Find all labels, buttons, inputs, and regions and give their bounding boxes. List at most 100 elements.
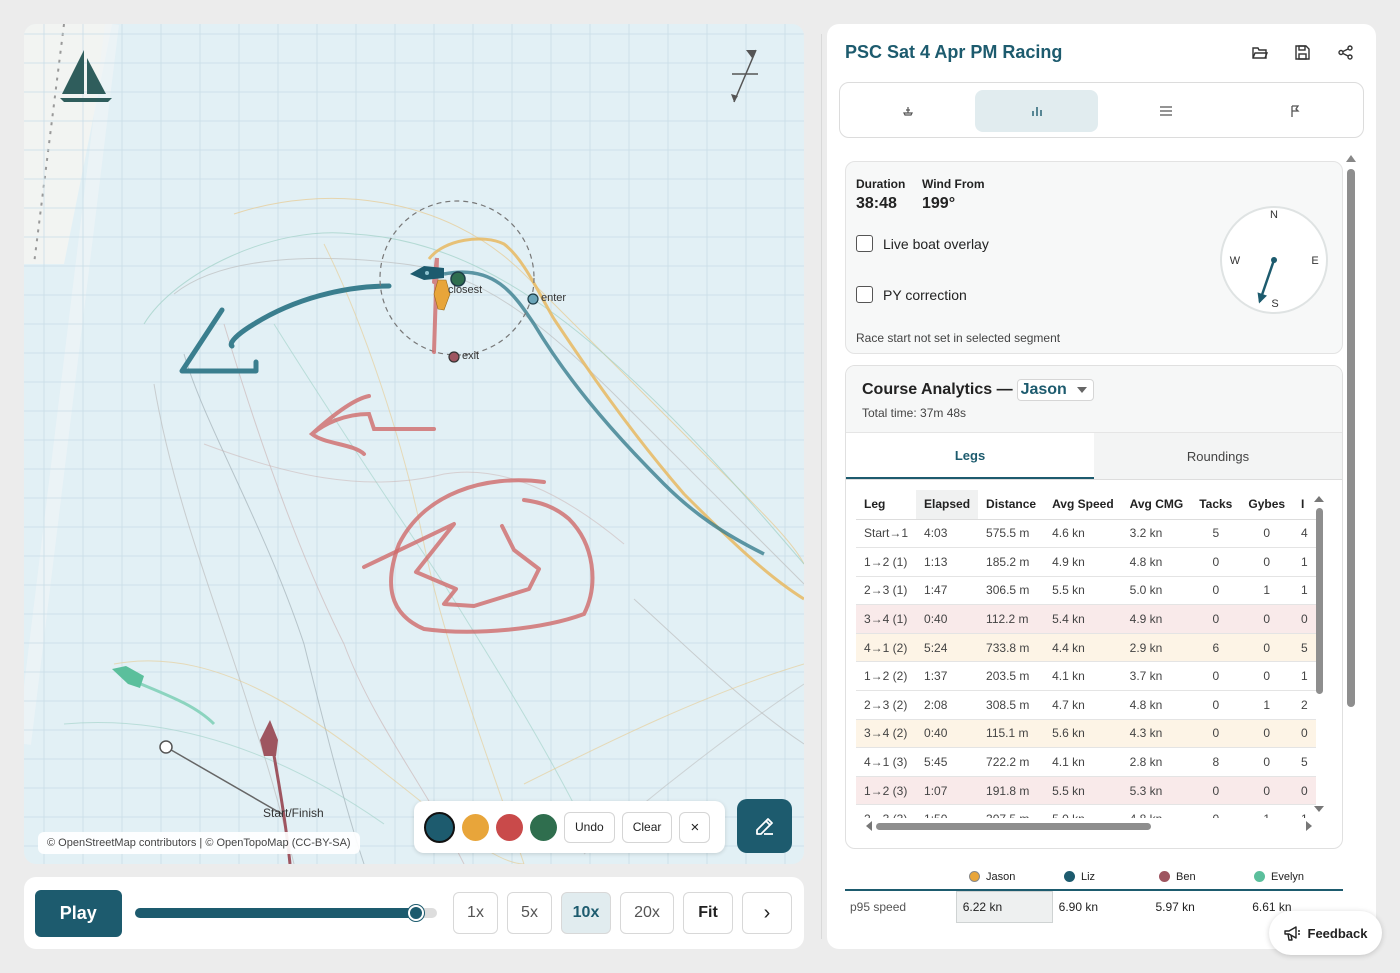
megaphone-icon [1283,925,1300,941]
enter-marker[interactable] [527,293,539,305]
color-swatch-teal[interactable] [424,811,455,843]
live-overlay-checkbox[interactable] [856,235,873,252]
legs-col-header[interactable]: Avg Speed [1044,490,1122,520]
panel-scrollbar[interactable] [1347,169,1355,707]
legs-vscroll[interactable] [1314,496,1324,816]
feedback-label: Feedback [1307,925,1368,941]
live-overlay-row[interactable]: Live boat overlay [856,235,989,252]
legs-table-cell: 1 [1293,804,1316,818]
legs-table-cell: 4→1 (3) [856,747,917,777]
draw-mode-button[interactable] [737,799,792,853]
legs-table-row[interactable]: 1→2 (2) 1:37 203.5 m 4.1 kn 3.7 kn 0 0 1 [856,661,1316,692]
tab-boats[interactable] [846,90,969,132]
legs-table-row[interactable]: 1→2 (3) 1:07 191.8 m 5.5 kn 5.3 kn 0 0 0 [856,776,1316,806]
tab-list[interactable] [1104,90,1227,132]
legs-table-row[interactable]: 2→3 (1) 1:47 306.5 m 5.5 kn 5.0 kn 0 1 1 [856,576,1316,606]
legs-table-row[interactable]: 2→3 (3)1:50307.5 m5.0 kn4.8 kn011 [856,804,1316,818]
legs-table-cell: 112.2 m [978,604,1045,634]
legs-col-header[interactable]: Avg CMG [1121,490,1192,520]
legs-col-header[interactable]: Tacks [1191,490,1241,520]
legs-hscroll[interactable] [866,821,1316,831]
folder-open-icon[interactable] [1251,44,1268,61]
panel-title: PSC Sat 4 Apr PM Racing [845,42,1063,62]
speed-10x-button[interactable]: 10x [561,892,611,934]
pen-icon [755,818,773,835]
speed-1x-button[interactable]: 1x [453,892,498,934]
legs-table-row[interactable]: 4→1 (3) 5:45 722.2 m 4.1 kn 2.8 kn 8 0 5 [856,747,1316,777]
analytics-tabs: Legs Roundings [846,432,1342,480]
color-swatch-red[interactable] [496,813,523,841]
tab-legs[interactable]: Legs [846,433,1094,479]
speed-20x-button[interactable]: 20x [620,892,674,934]
legs-table-cell: 2.9 kn [1121,633,1192,663]
scroll-up-arrow[interactable] [1346,155,1356,162]
legs-table-row[interactable]: Start→1 4:03 575.5 m 4.6 kn 3.2 kn 5 0 4 [856,519,1316,549]
legs-table-cell: 0 [1240,633,1294,663]
chevron-down-icon [1076,387,1087,393]
legs-scroll-left-arrow[interactable] [866,821,872,831]
panel-scroll-area[interactable]: Duration 38:48 Wind From 199° Live boat … [827,149,1376,949]
legs-table-cell: 2 [1293,690,1316,720]
legs-scroll-right-arrow[interactable] [1306,821,1312,831]
race-map[interactable]: closest enter exit Start/Finish © OpenSt… [24,24,804,864]
legs-table-cell: 1 [1240,690,1294,720]
share-icon[interactable] [1337,44,1354,61]
legs-table-cell: 5 [1293,747,1316,777]
timeline-thumb[interactable] [407,905,424,921]
exit-marker[interactable] [448,351,460,363]
evelyn-boat[interactable] [112,666,144,688]
next-button[interactable]: › [742,892,792,934]
legs-table-row[interactable]: 3→4 (1) 0:40 112.2 m 5.4 kn 4.9 kn 0 0 0 [856,604,1316,634]
legs-table-cell: 307.5 m [978,804,1045,818]
timeline-slider[interactable] [134,905,437,921]
bar-chart-icon [1031,107,1042,116]
legs-table-row[interactable]: 3→4 (2) 0:40 115.1 m 5.6 kn 4.3 kn 0 0 0 [856,719,1316,749]
legs-table-viewport[interactable]: Leg Elapsed Distance Avg Speed Avg CMG Tacks G… [856,490,1316,818]
map-canvas[interactable] [24,24,804,864]
fit-button[interactable]: Fit [683,892,733,934]
legs-col-header[interactable]: Elapsed [916,490,979,520]
clear-button[interactable]: Clear [621,811,673,843]
legs-vscroll-thumb[interactable] [1316,508,1323,694]
feedback-button[interactable]: Feedback [1269,911,1382,955]
legs-col-header[interactable]: Leg [856,490,917,520]
tab-analytics[interactable] [975,90,1098,132]
legs-table-cell: 4.8 kn [1121,547,1192,577]
color-swatch-orange[interactable] [462,813,489,841]
legs-table-row[interactable]: 4→1 (2) 5:24 733.8 m 4.4 kn 2.9 kn 6 0 5 [856,633,1316,663]
legs-table-cell: 0 [1240,747,1294,777]
py-correction-row[interactable]: PY correction [856,286,967,303]
speed-compare-header: Jason Liz Ben Evelyn [845,864,1343,891]
legs-table-row[interactable]: 2→3 (2) 2:08 308.5 m 4.7 kn 4.8 kn 0 1 2 [856,690,1316,720]
tab-roundings[interactable]: Roundings [1094,433,1342,479]
legs-table-cell: 0 [1191,690,1241,720]
boat-icon [902,107,913,116]
draw-toolbar: Undo Clear × [414,801,725,853]
color-swatch-green[interactable] [530,813,557,841]
legs-scroll-down-arrow[interactable] [1314,806,1324,812]
close-draw-button[interactable]: × [679,811,711,843]
legs-col-header[interactable]: I [1293,490,1316,520]
legs-table-cell: 1 [1240,576,1294,606]
start-mark[interactable] [159,740,173,754]
sailor-select[interactable]: Jason [1016,379,1094,401]
play-button[interactable]: Play [35,889,122,937]
py-correction-checkbox[interactable] [856,286,873,303]
legs-table-cell: 4→1 (2) [856,633,917,663]
panel-divider[interactable] [821,34,822,939]
ben-boat[interactable] [260,720,278,756]
compass-s: S [1271,298,1278,310]
legs-table-row[interactable]: 1→2 (1) 1:13 185.2 m 4.9 kn 4.8 kn 0 0 1 [856,547,1316,577]
save-icon[interactable] [1294,44,1311,61]
tab-marks[interactable] [1233,90,1356,132]
legs-col-header[interactable]: Gybes [1240,490,1294,520]
legs-hscroll-thumb[interactable] [876,823,1151,830]
legs-table-cell: 5.0 kn [1121,576,1192,606]
side-panel: PSC Sat 4 Apr PM Racing Duration 38:48 W… [827,24,1376,949]
undo-button[interactable]: Undo [564,811,615,843]
speed-5x-button[interactable]: 5x [507,892,552,934]
legs-scroll-up-arrow[interactable] [1314,496,1324,502]
sailor-color-dot [1159,871,1170,882]
legs-table-cell: 4:03 [916,519,979,549]
legs-col-header[interactable]: Distance [978,490,1045,520]
